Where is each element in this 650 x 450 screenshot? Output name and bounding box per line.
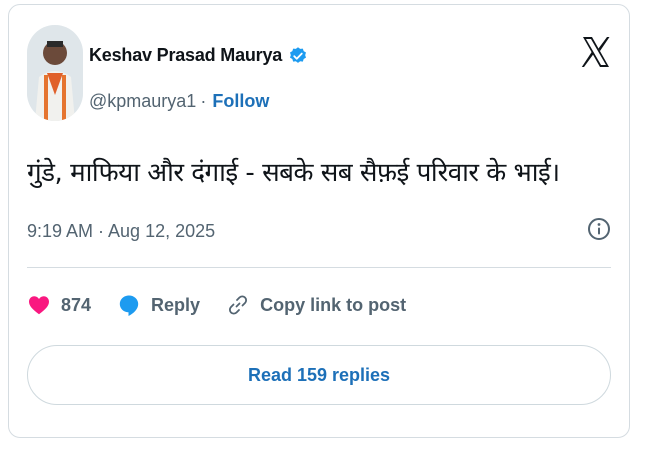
heart-icon <box>29 296 49 315</box>
reply-label: Reply <box>151 294 201 315</box>
copy-link-button[interactable]: Copy link to post <box>226 293 406 317</box>
follow-link[interactable]: Follow <box>212 91 269 112</box>
tweet-card: Keshav Prasad Maurya @kpmaurya1 · Follow… <box>8 4 630 438</box>
copy-link-label: Copy link to post <box>260 294 407 315</box>
reply-bubble-icon <box>119 295 139 316</box>
tweet-timestamp[interactable]: 9:19 AM · Aug 12, 2025 <box>27 221 215 242</box>
action-bar: 874 Reply Copy link to post <box>27 293 432 317</box>
reply-button[interactable]: Reply <box>117 293 200 317</box>
verified-badge-icon <box>288 46 308 66</box>
info-icon[interactable] <box>587 217 611 241</box>
tweet-text: गुंडे, माफिया और दंगाई - सबके सब सैफ़ई प… <box>27 158 560 188</box>
link-icon <box>229 295 248 315</box>
author-handle-row: @kpmaurya1 · Follow <box>89 91 269 112</box>
like-button[interactable]: 874 <box>27 293 91 317</box>
x-logo-icon[interactable] <box>581 35 611 69</box>
separator-dot: · <box>200 91 207 111</box>
author-handle[interactable]: @kpmaurya1 <box>89 91 196 112</box>
avatar[interactable] <box>27 25 83 121</box>
author-name[interactable]: Keshav Prasad Maurya <box>89 45 282 66</box>
divider <box>27 267 611 268</box>
like-count: 874 <box>61 294 92 315</box>
author-name-row: Keshav Prasad Maurya <box>89 45 308 66</box>
read-replies-button[interactable]: Read 159 replies <box>27 345 611 405</box>
